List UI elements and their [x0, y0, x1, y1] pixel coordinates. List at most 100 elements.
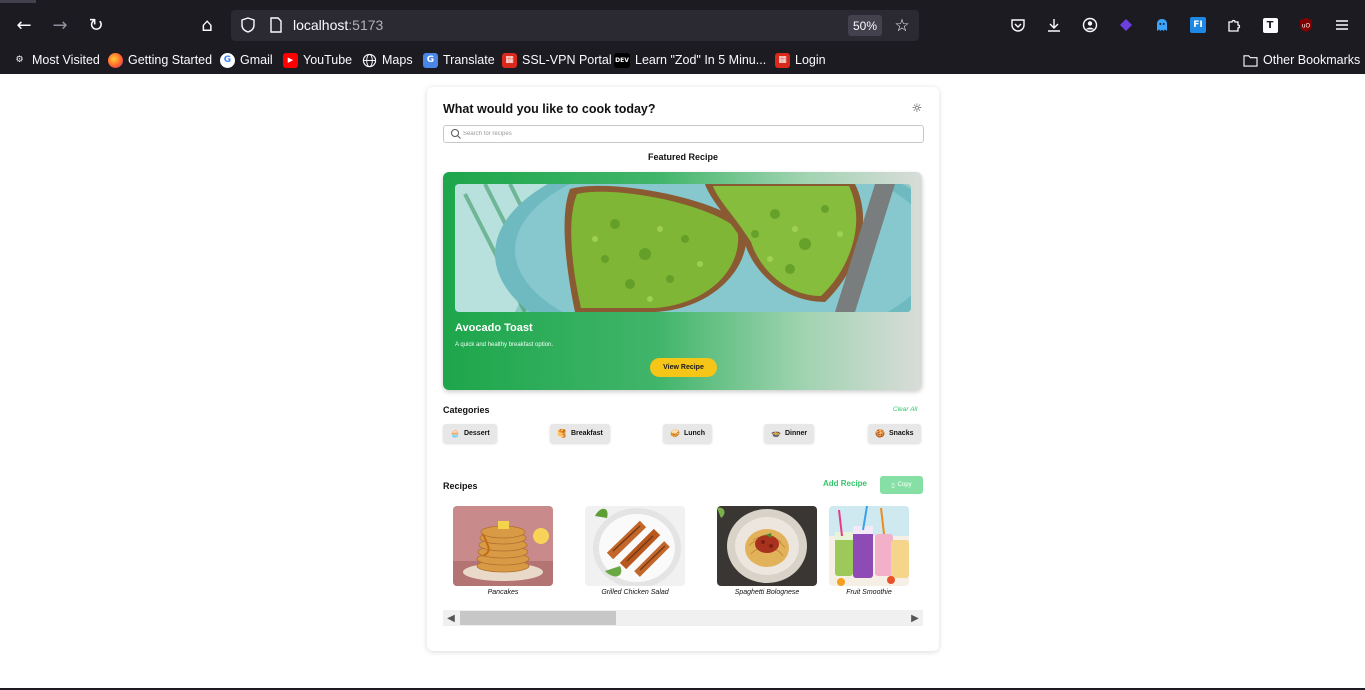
url-text[interactable]: localhost:5173	[293, 17, 383, 33]
url-bar[interactable]: localhost:5173 50% ☆	[231, 10, 919, 41]
bookmark-maps[interactable]: Maps	[362, 51, 413, 69]
recipes-horizontal-scrollbar[interactable]: ◀ ▶	[443, 610, 923, 626]
account-icon[interactable]	[1077, 12, 1103, 38]
bookmarks-toolbar: ⚙ Most Visited Getting Started G Gmail ▶…	[0, 48, 1365, 72]
bookmark-most-visited[interactable]: ⚙ Most Visited	[12, 51, 99, 69]
vpn-icon: ▦	[502, 52, 517, 68]
extension-purple-icon[interactable]	[1113, 12, 1139, 38]
ublock-origin-icon[interactable]: uO	[1293, 12, 1319, 38]
navigation-toolbar: ← → ↻ ⌂ localhost:5173 50% ☆ FI T uO	[0, 6, 1365, 44]
page-viewport: What would you like to cook today? ☼ Fea…	[0, 74, 1365, 690]
extensions-puzzle-icon[interactable]	[1221, 12, 1247, 38]
category-breakfast[interactable]: 🥞 Breakfast	[550, 424, 610, 443]
bookmark-label: Gmail	[240, 53, 273, 67]
zoom-level-badge[interactable]: 50%	[848, 15, 882, 36]
scroll-left-arrow-icon[interactable]: ◀	[443, 610, 459, 626]
copy-label: Copy	[897, 482, 912, 488]
featured-recipe-title: Avocado Toast	[455, 322, 533, 334]
dinner-plate-icon: 🍲	[771, 429, 781, 438]
home-icon[interactable]: ⌂	[192, 10, 222, 40]
scroll-right-arrow-icon[interactable]: ▶	[907, 610, 923, 626]
pocket-icon[interactable]	[1005, 12, 1031, 38]
recipe-image[interactable]	[717, 506, 817, 586]
search-icon	[451, 129, 461, 139]
recipe-name: Spaghetti Bolognese	[734, 589, 800, 596]
sun-theme-toggle-icon[interactable]: ☼	[910, 101, 924, 115]
extension-fi-icon[interactable]: FI	[1185, 12, 1211, 38]
bookmark-gmail[interactable]: G Gmail	[220, 51, 273, 69]
recipe-card-pancakes[interactable]: Pancakes	[453, 506, 553, 596]
recipe-image[interactable]	[453, 506, 553, 586]
category-snacks[interactable]: 🍪 Snacks	[868, 424, 921, 443]
shield-icon[interactable]	[239, 16, 257, 34]
featured-heading: Featured Recipe	[647, 152, 719, 162]
forward-arrow-icon[interactable]: →	[45, 10, 75, 40]
search-input[interactable]	[463, 128, 913, 140]
recipe-name: Pancakes	[487, 589, 519, 596]
menu-hamburger-icon[interactable]	[1329, 12, 1355, 38]
category-label: Snacks	[888, 430, 914, 437]
clear-all-link[interactable]: Clear All	[893, 406, 917, 413]
recipe-name: Fruit Smoothie	[846, 589, 892, 596]
bookmark-label: Learn "Zod" In 5 Minu...	[635, 53, 767, 67]
google-icon: G	[220, 52, 235, 68]
other-bookmarks-label: Other Bookmarks	[1263, 53, 1361, 67]
bookmark-label: Getting Started	[128, 53, 213, 67]
recipe-card-fruit-smoothie[interactable]: Fruit Smoothie	[829, 506, 929, 596]
bookmark-star-icon[interactable]: ☆	[891, 15, 913, 37]
bookmark-label: Maps	[382, 53, 413, 67]
category-label: Dessert	[463, 430, 490, 437]
reload-icon[interactable]: ↻	[81, 10, 111, 40]
svg-text:uO: uO	[1302, 23, 1311, 30]
recipe-card-grilled-chicken-salad[interactable]: Grilled Chicken Salad	[585, 506, 685, 596]
category-label: Dinner	[784, 430, 808, 437]
category-lunch[interactable]: 🥪 Lunch	[663, 424, 712, 443]
recipe-image[interactable]	[585, 506, 685, 586]
bookmark-label: Login	[795, 53, 826, 67]
bookmark-translate[interactable]: G Translate	[423, 51, 495, 69]
sandwich-icon: 🥪	[670, 429, 680, 438]
add-recipe-link[interactable]: Add Recipe	[823, 479, 867, 488]
recipes-heading: Recipes	[443, 481, 478, 491]
pancakes-icon: 🥞	[557, 429, 567, 438]
category-dinner[interactable]: 🍲 Dinner	[764, 424, 815, 443]
bookmark-youtube[interactable]: ▶ YouTube	[283, 51, 352, 69]
bookmark-label: YouTube	[303, 53, 353, 67]
snack-icon: 🍪	[875, 429, 885, 438]
featured-recipe-image[interactable]	[455, 184, 911, 312]
featured-recipe-card[interactable]: Avocado Toast A quick and healthy breakf…	[443, 172, 922, 390]
scrollbar-thumb[interactable]	[460, 611, 616, 625]
extension-ghost-icon[interactable]	[1149, 12, 1175, 38]
youtube-icon: ▶	[283, 52, 298, 68]
page-title: What would you like to cook today?	[443, 102, 656, 116]
firefox-icon	[108, 52, 123, 68]
categories-heading: Categories	[443, 405, 490, 415]
category-label: Lunch	[683, 430, 705, 437]
app-card: What would you like to cook today? ☼ Fea…	[427, 87, 939, 651]
recipe-image[interactable]	[829, 506, 909, 586]
gear-icon: ⚙	[15, 55, 24, 65]
recipe-name: Grilled Chicken Salad	[601, 589, 669, 596]
category-label: Breakfast	[570, 430, 603, 437]
bookmark-learn-zod[interactable]: DEV Learn "Zod" In 5 Minu...	[614, 51, 766, 69]
copy-button[interactable]: ▯ Copy	[880, 476, 923, 494]
featured-recipe-description: A quick and healthy breakfast option.	[455, 342, 554, 348]
recipe-card-spaghetti-bolognese[interactable]: Spaghetti Bolognese	[717, 506, 817, 596]
bookmark-label: SSL-VPN Portal	[522, 53, 612, 67]
dev-icon: DEV	[614, 52, 630, 68]
bookmark-login[interactable]: ▦ Login	[775, 51, 826, 69]
back-arrow-icon[interactable]: ←	[9, 10, 39, 40]
tab-strip	[0, 0, 36, 3]
search-box[interactable]	[443, 125, 924, 143]
other-bookmarks[interactable]: Other Bookmarks	[1243, 51, 1360, 69]
translate-icon: G	[423, 52, 438, 68]
view-recipe-button[interactable]: View Recipe	[650, 358, 717, 377]
category-dessert[interactable]: 🧁 Dessert	[443, 424, 497, 443]
download-icon[interactable]	[1041, 12, 1067, 38]
login-icon: ▦	[775, 52, 790, 68]
extension-t-icon[interactable]: T	[1257, 12, 1283, 38]
copy-icon: ▯	[891, 481, 895, 489]
bookmark-getting-started[interactable]: Getting Started	[108, 51, 212, 69]
page-icon[interactable]	[267, 16, 285, 34]
bookmark-ssl-vpn[interactable]: ▦ SSL-VPN Portal	[502, 51, 612, 69]
